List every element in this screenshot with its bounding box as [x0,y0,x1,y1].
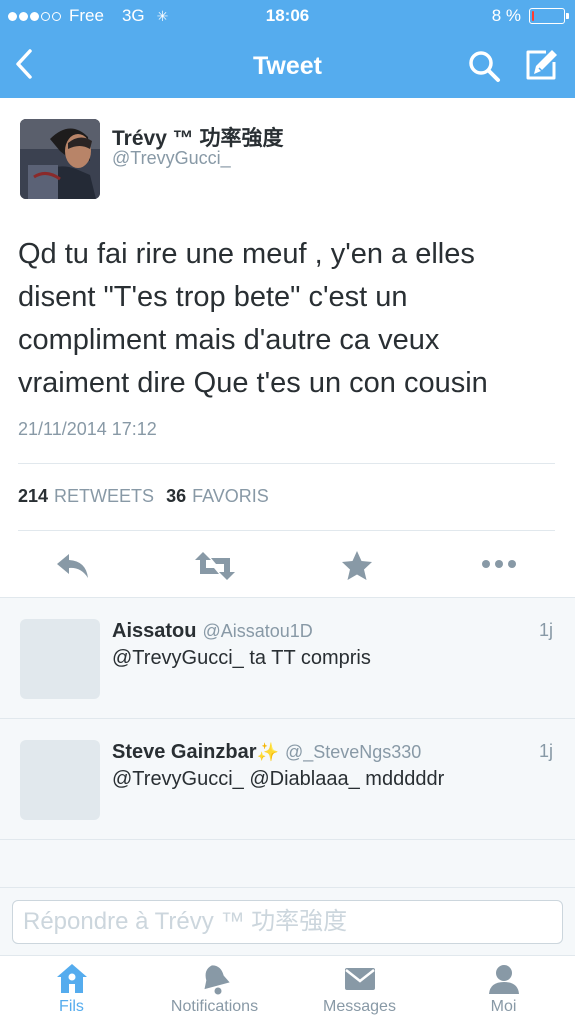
reply-button[interactable] [53,548,93,584]
more-button[interactable] [480,548,520,584]
divider [18,530,555,531]
reply-header: Aissatou @Aissatou1D [112,620,313,643]
reply-avatar[interactable] [20,740,100,820]
bell-icon [204,965,230,995]
divider [18,463,555,464]
retweet-count: 214 [18,486,49,506]
reply-header: Steve Gainzbar✨ @_SteveNgs330 [112,741,421,764]
star-icon [342,551,372,580]
tab-fils[interactable]: Fils [0,962,143,1022]
tab-notifications[interactable]: Notifications [143,962,286,1022]
author-handle[interactable]: @TrevyGucci_ [112,148,231,169]
reply-author-handle[interactable]: @_SteveNgs330 [285,742,421,762]
battery-level [532,11,534,21]
search-button[interactable] [466,48,502,84]
tweet-actions [0,548,575,598]
reply-text: @TrevyGucci_ ta TT compris [112,647,371,669]
favorite-count: 36 [166,486,187,506]
sparkles-icon: ✨ [256,742,279,762]
retweet-button[interactable] [193,548,237,584]
status-time: 18:06 [265,6,310,25]
tab-label: Messages [323,998,396,1015]
reply-bar [0,887,575,955]
favorite-label: FAVORIS [192,486,269,506]
tweet-stats: 214 RETWEETS 36 FAVORIS [18,486,275,507]
status-right: 8 % [491,6,569,26]
tab-label: Notifications [170,998,259,1015]
home-icon [56,964,87,993]
reply-author-handle[interactable]: @Aissatou1D [202,621,312,641]
tweet-date: 21/11/2014 17:12 [18,419,157,439]
reply-author-name[interactable]: Aissatou [112,620,196,642]
compose-icon [526,50,557,80]
replies-list: Aissatou @Aissatou1D 1j @TrevyGucci_ ta T… [0,597,575,887]
more-icon [482,560,516,568]
tab-moi[interactable]: Moi [432,962,575,1022]
reply-author-name[interactable]: Steve Gainzbar [112,741,257,763]
favorites-stat[interactable]: 36 FAVORIS [166,486,269,507]
envelope-icon [344,968,375,990]
reply-input[interactable] [12,900,563,944]
author-photo [20,119,100,199]
tab-label: Fils [59,998,84,1015]
status-bar: Free 3G ✳ 18:06 8 % [0,0,575,32]
tweet-text: Qd tu fai rire une meuf , y'en a elles d… [18,238,488,399]
tab-label: Moi [490,998,517,1015]
header: Free 3G ✳ 18:06 8 % Tweet [0,0,575,98]
retweet-icon [195,552,235,580]
battery-percent: 8 % [491,6,521,25]
author-avatar[interactable] [20,119,100,199]
reply-item[interactable]: Steve Gainzbar✨ @_SteveNgs330 1j @TrevyGu… [0,719,575,840]
reply-time: 1j [538,620,553,640]
battery-icon [529,8,569,24]
retweets-stat[interactable]: 214 RETWEETS [18,486,154,507]
search-icon [469,51,500,82]
reply-icon [57,554,88,578]
reply-item[interactable]: Aissatou @Aissatou1D 1j @TrevyGucci_ ta T… [0,598,575,719]
reply-text: @TrevyGucci_ @Diablaaa_ mdddddr [112,768,445,790]
compose-button[interactable] [522,46,560,84]
person-icon [488,965,519,994]
reply-time: 1j [538,741,553,761]
tab-bar: Fils Notifications Messages Moi [0,955,575,1024]
nav-bar: Tweet [0,32,575,98]
reply-avatar[interactable] [20,619,100,699]
retweet-label: RETWEETS [54,486,155,506]
favorite-button[interactable] [339,548,379,584]
tab-messages[interactable]: Messages [288,962,431,1022]
